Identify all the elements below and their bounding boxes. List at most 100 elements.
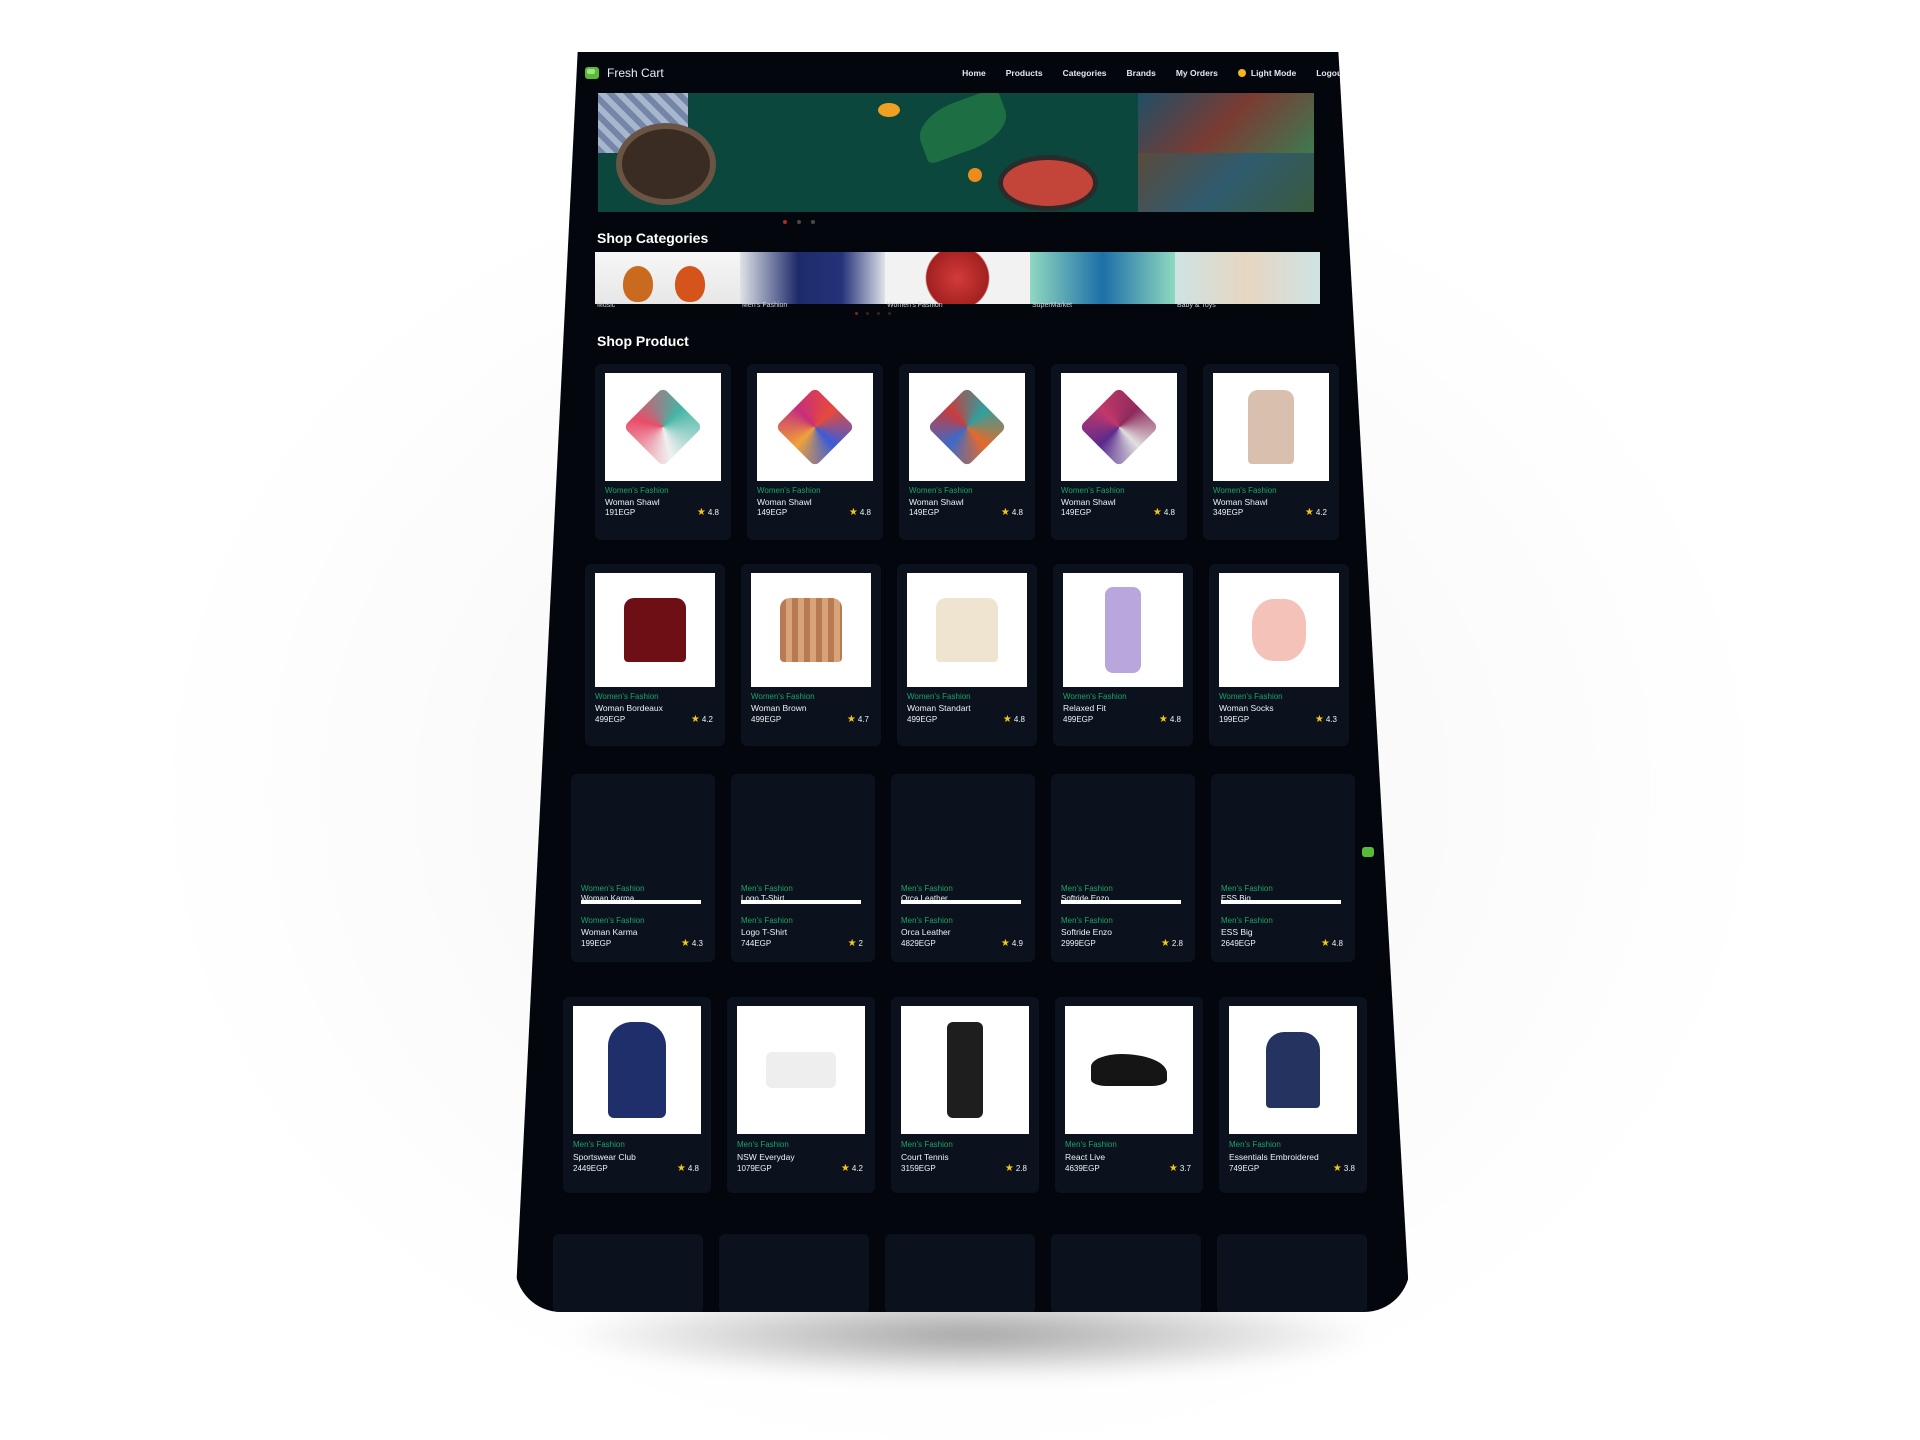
rating-value: 4.8: [1331, 939, 1343, 948]
product-card[interactable]: Women's Fashion Woman Brown 499EGP ★ 4.7: [741, 564, 881, 746]
product-card[interactable]: Men's Fashion ESS Big Men's Fashion ESS …: [1211, 774, 1355, 962]
image-loading-bar: [581, 900, 701, 904]
product-image: [737, 1006, 865, 1134]
category-card[interactable]: Women's Fashion: [885, 252, 1030, 309]
product-image: [1213, 373, 1329, 481]
floating-cart-icon[interactable]: [1381, 188, 1393, 198]
product-rating: ★ 2.8: [1161, 938, 1183, 948]
product-name: Court Tennis: [901, 1152, 949, 1162]
product-image: [909, 373, 1025, 481]
product-card[interactable]: Men's Fashion Court Tennis 3159EGP ★ 2.8: [891, 997, 1039, 1193]
hoodie-image: [936, 598, 998, 662]
product-image: [1063, 573, 1183, 687]
scrollbar-track[interactable]: [1404, 92, 1410, 312]
product-card[interactable]: Men's Fashion Sportswear Club 2449EGP ★ 4…: [563, 997, 711, 1193]
product-card[interactable]: Women's Fashion Woman Shawl 149EGP ★ 4.8: [747, 364, 883, 540]
floating-cart-icon[interactable]: [1362, 847, 1374, 857]
light-mode-label: Light Mode: [1250, 68, 1297, 78]
banner-dot[interactable]: [797, 220, 801, 224]
product-card[interactable]: Men's Fashion Softride Enzo Men's Fashio…: [1051, 774, 1195, 962]
product-card[interactable]: Women's Fashion Relaxed Fit 499EGP ★ 4.8: [1053, 564, 1193, 746]
product-name: Logo T-Shirt: [741, 927, 788, 937]
scrollbar-thumb[interactable]: [1405, 96, 1409, 136]
rating-value: 4.8: [859, 508, 871, 517]
light-mode-toggle[interactable]: Light Mode: [1237, 68, 1297, 78]
product-category: Women's Fashion: [1213, 486, 1277, 495]
product-rating: ★ 4.7: [847, 714, 869, 724]
star-icon: ★: [1168, 1162, 1178, 1174]
product-name: Woman Shawl: [757, 497, 812, 507]
product-price: 4639EGP: [1065, 1164, 1100, 1173]
product-card[interactable]: Men's Fashion React Live 4639EGP ★ 3.7: [1055, 997, 1203, 1193]
product-category: Men's Fashion: [901, 916, 953, 925]
rating-value: 4.7: [857, 715, 869, 724]
image-loading-bar: [1221, 900, 1341, 904]
rating-value: 3.8: [1343, 1164, 1355, 1173]
hoodie-image: [608, 1022, 666, 1118]
nav-link-categories[interactable]: Categories: [1063, 68, 1107, 78]
logout-link[interactable]: Logout: [1316, 68, 1345, 78]
product-name: Woman Brown: [751, 703, 807, 713]
category-card[interactable]: Men's Fashion: [740, 252, 885, 309]
product-card[interactable]: Women's Fashion Woman Shawl 149EGP ★ 4.8: [899, 364, 1035, 540]
product-card[interactable]: Men's Fashion Essentials Embroidered 749…: [1219, 997, 1367, 1193]
orange-shape: [968, 168, 982, 182]
product-name: Sportswear Club: [573, 1152, 636, 1162]
leaf-shape: [912, 93, 1014, 165]
guitar-icon: [675, 266, 705, 302]
rating-value: 4.8: [1011, 508, 1023, 517]
category-dot[interactable]: [855, 312, 858, 315]
banner-dot[interactable]: [783, 220, 787, 224]
product-card[interactable]: [885, 1234, 1035, 1312]
product-name: React Live: [1065, 1152, 1106, 1162]
product-card[interactable]: Women's Fashion Woman Shawl 191EGP ★ 4.8: [595, 364, 731, 540]
nav-link-products[interactable]: Products: [1006, 68, 1043, 78]
product-card[interactable]: Women's Fashion Woman Karma Women's Fash…: [571, 774, 715, 962]
product-image: [573, 1006, 701, 1134]
category-label: Women's Fashion: [887, 302, 943, 309]
rating-value: 2: [858, 939, 863, 948]
product-price: 499EGP: [1063, 715, 1094, 724]
product-category: Men's Fashion: [573, 1140, 625, 1149]
product-image: [605, 373, 721, 481]
product-category: Men's Fashion: [1065, 1140, 1117, 1149]
product-rating: ★ 4.8: [1003, 714, 1025, 724]
banner-main-image: [598, 93, 1138, 212]
nav-link-orders[interactable]: My Orders: [1176, 68, 1218, 78]
product-card[interactable]: Women's Fashion Woman Shawl 349EGP ★ 4.2: [1203, 364, 1339, 540]
product-card[interactable]: Women's Fashion Woman Shawl 149EGP ★ 4.8: [1051, 364, 1187, 540]
product-price: 191EGP: [605, 508, 636, 517]
category-card[interactable]: Baby & Toys: [1175, 252, 1320, 309]
image-loading-bar: [1061, 900, 1181, 904]
product-card[interactable]: [553, 1234, 703, 1312]
nav-links: Home Products Categories Brands My Order…: [962, 68, 1345, 78]
product-card[interactable]: [1051, 1234, 1201, 1312]
category-image: [1175, 252, 1320, 304]
categories-title: Shop Categories: [597, 230, 709, 246]
rating-value: 4.3: [691, 939, 703, 948]
product-card[interactable]: [719, 1234, 869, 1312]
product-card[interactable]: Men's Fashion NSW Everyday 1079EGP ★ 4.2: [727, 997, 875, 1193]
socks-image: [1252, 599, 1306, 661]
product-card[interactable]: Men's Fashion Orca Leather Men's Fashion…: [891, 774, 1035, 962]
product-category: Men's Fashion: [737, 1140, 789, 1149]
nav-link-home[interactable]: Home: [962, 68, 986, 78]
banner-dot[interactable]: [811, 220, 815, 224]
product-name: NSW Everyday: [737, 1152, 795, 1162]
category-dot[interactable]: [888, 312, 891, 315]
product-category: Men's Fashion: [1061, 916, 1113, 925]
product-card[interactable]: Men's Fashion Logo T-Shirt Men's Fashion…: [731, 774, 875, 962]
product-card[interactable]: Women's Fashion Woman Bordeaux 499EGP ★ 4…: [585, 564, 725, 746]
product-card[interactable]: Women's Fashion Woman Standart 499EGP ★ 4…: [897, 564, 1037, 746]
category-dot[interactable]: [877, 312, 880, 315]
category-dot[interactable]: [866, 312, 869, 315]
product-card[interactable]: Women's Fashion Woman Socks 199EGP ★ 4.3: [1209, 564, 1349, 746]
rating-value: 4.8: [687, 1164, 699, 1173]
category-card[interactable]: SuperMarket: [1030, 252, 1175, 309]
nav-link-brands[interactable]: Brands: [1127, 68, 1156, 78]
category-card[interactable]: Music: [595, 252, 740, 309]
product-price: 2449EGP: [573, 1164, 608, 1173]
product-image: [1065, 1006, 1193, 1134]
brand-logo[interactable]: Fresh Cart: [585, 66, 664, 80]
product-card[interactable]: [1217, 1234, 1367, 1312]
